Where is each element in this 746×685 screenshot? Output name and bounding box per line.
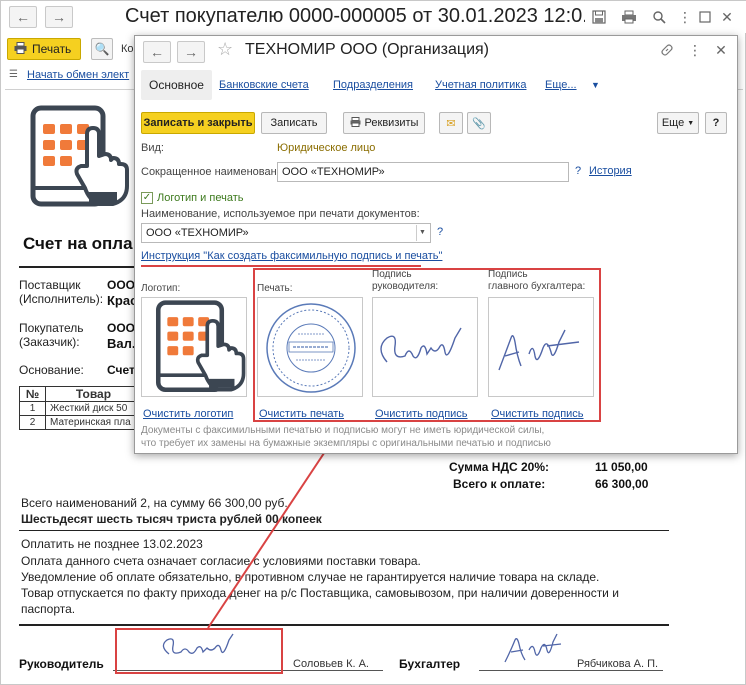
short-name-help[interactable]: ?: [575, 165, 581, 177]
logo-print-label: Логотип и печать: [157, 192, 244, 204]
envelope-icon: ✉: [446, 117, 456, 130]
logo-print-checkbox[interactable]: ✓: [141, 192, 153, 204]
print-name-help[interactable]: ?: [437, 226, 443, 238]
save-and-close-button[interactable]: Записать и закрыть: [141, 112, 255, 134]
org-title: ТЕХНОМИР ООО (Организация): [245, 41, 489, 58]
short-name-input[interactable]: ООО «ТЕХНОМИР»: [277, 162, 569, 182]
more-vertical-icon[interactable]: ⋮: [685, 40, 705, 60]
instruction-underline: [141, 265, 421, 267]
chevron-down-icon: ▼: [687, 119, 695, 127]
kind-label: Вид:: [141, 142, 164, 154]
attach-button[interactable]: 📎: [467, 112, 491, 134]
details-button-label: Реквизиты: [364, 117, 419, 129]
chevron-down-icon[interactable]: ▼: [591, 70, 600, 100]
kind-value[interactable]: Юридическое лицо: [277, 142, 375, 154]
short-name-label: Сокращенное наименование:: [141, 166, 293, 178]
print-name-input[interactable]: ООО «ТЕХНОМИР» ▼: [141, 223, 431, 243]
chevron-down-icon[interactable]: ▼: [416, 225, 428, 241]
org-back-button[interactable]: ←: [143, 41, 171, 63]
link-icon[interactable]: [657, 40, 677, 60]
logo-image[interactable]: [141, 297, 247, 397]
tab-more[interactable]: Еще...: [545, 70, 577, 100]
arrow-left-icon: ←: [150, 44, 164, 60]
history-link[interactable]: История: [589, 165, 632, 177]
save-button[interactable]: Записать: [261, 112, 327, 134]
arrow-right-icon: →: [184, 44, 198, 60]
org-forward-button[interactable]: →: [177, 41, 205, 63]
tab-bank-accounts[interactable]: Банковские счета: [219, 70, 309, 100]
more-button[interactable]: Еще ▼: [657, 112, 699, 134]
facsimile-note: Документы с факсимильными печатью и подп…: [141, 425, 551, 449]
print-name-value: ООО «ТЕХНОМИР»: [146, 227, 249, 239]
logo-label: Логотип:: [141, 283, 181, 294]
tab-main[interactable]: Основное: [141, 70, 212, 100]
org-tabs: Основное Банковские счета Подразделения …: [141, 70, 731, 100]
printer-icon: [350, 116, 361, 130]
details-button[interactable]: Реквизиты: [343, 112, 425, 134]
paperclip-icon: 📎: [472, 117, 486, 130]
org-toolbar: Записать и закрыть Записать Реквизиты ✉ …: [135, 112, 739, 134]
mail-button[interactable]: ✉: [439, 112, 463, 134]
favorite-star-icon[interactable]: ☆: [217, 39, 233, 60]
tab-accounting-policy[interactable]: Учетная политика: [435, 70, 526, 100]
facsimile-highlight: [253, 268, 601, 422]
help-button[interactable]: ?: [705, 112, 727, 134]
clear-logo-link[interactable]: Очистить логотип: [143, 408, 233, 420]
more-button-label: Еще: [661, 117, 685, 129]
tab-departments[interactable]: Подразделения: [333, 70, 413, 100]
instruction-link[interactable]: Инструкция "Как создать факсимильную под…: [141, 250, 442, 262]
print-name-label: Наименование, используемое при печати до…: [141, 208, 420, 220]
close-icon[interactable]: ✕: [711, 40, 731, 60]
organization-window: ← → ☆ ТЕХНОМИР ООО (Организация) ⋮ ✕ Осн…: [134, 35, 738, 454]
